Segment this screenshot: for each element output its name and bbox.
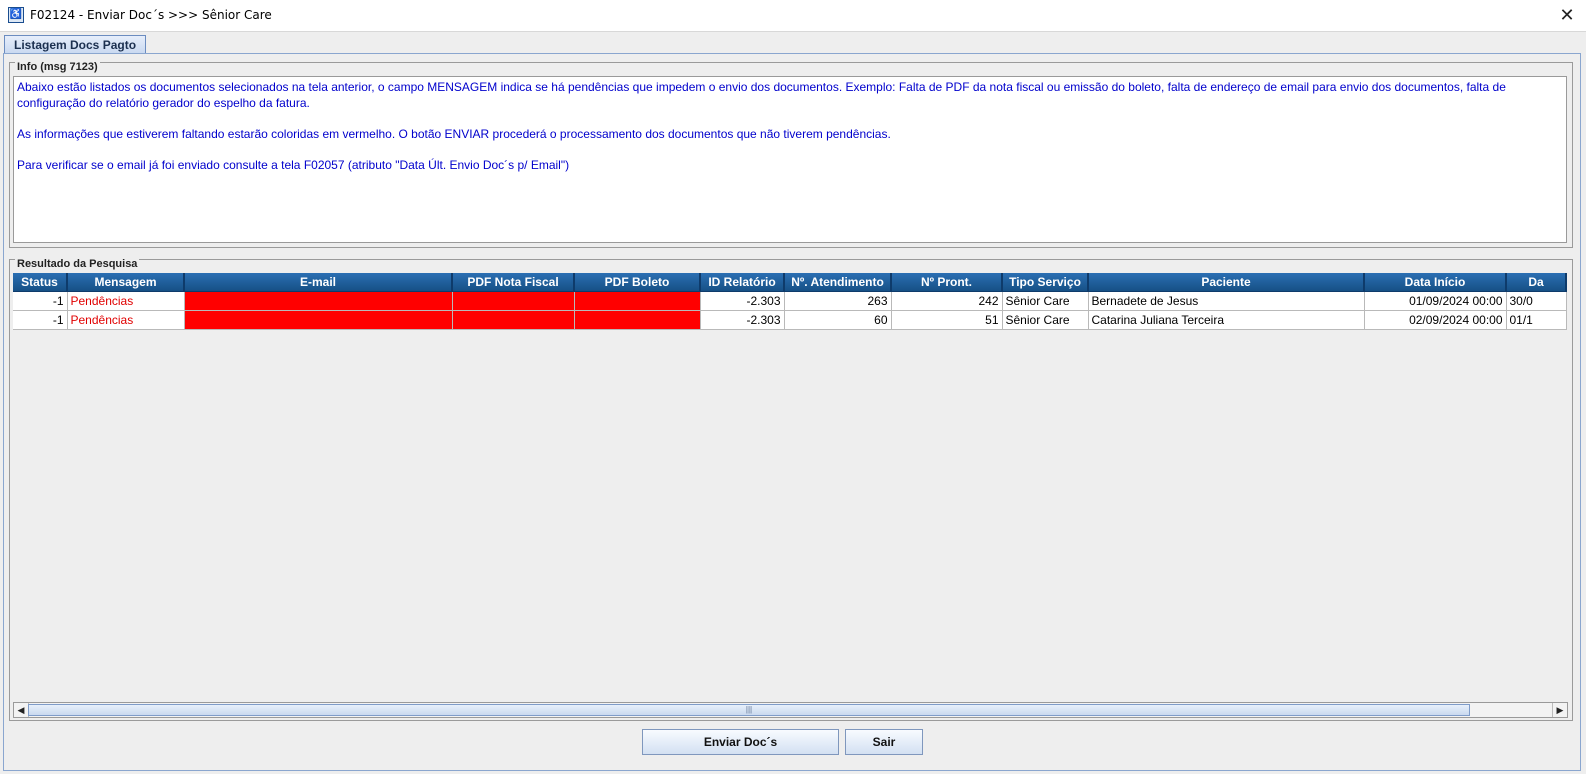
column-header-tipo-servico[interactable]: Tipo Serviço <box>1002 273 1089 292</box>
tab-listagem-docs-pagto[interactable]: Listagem Docs Pagto <box>4 35 147 54</box>
info-panel-title: Info (msg 7123) <box>15 61 100 73</box>
cell-data-inicio[interactable]: 02/09/2024 00:00 <box>1364 310 1507 330</box>
results-grid: Status Mensagem E-mail PDF Nota Fiscal P… <box>13 273 1568 700</box>
table-header-row: Status Mensagem E-mail PDF Nota Fiscal P… <box>13 273 1567 292</box>
cell-id-relatorio[interactable]: -2.303 <box>700 291 785 311</box>
results-panel-title: Resultado da Pesquisa <box>15 258 140 270</box>
info-paragraph: As informações que estiverem faltando es… <box>17 127 891 141</box>
column-header-atendimento[interactable]: Nº. Atendimento <box>784 273 892 292</box>
cell-pdf-boleto-missing[interactable] <box>574 310 701 330</box>
info-panel: Info (msg 7123) Abaixo estão listados os… <box>9 61 1573 248</box>
app-logo-icon: ♿ <box>8 7 24 23</box>
table-row[interactable]: -1 Pendências -2.303 263 242 Sênior Care… <box>13 291 1567 311</box>
cell-id-relatorio[interactable]: -2.303 <box>700 310 785 330</box>
column-header-pront[interactable]: Nº Pront. <box>891 273 1003 292</box>
exit-button[interactable]: Sair <box>845 729 923 755</box>
results-table: Status Mensagem E-mail PDF Nota Fiscal P… <box>13 273 1567 330</box>
window-title: F02124 - Enviar Doc´s >>> Sênior Care <box>30 8 272 22</box>
cell-email-missing[interactable] <box>184 310 453 330</box>
column-header-status[interactable]: Status <box>13 273 68 292</box>
cell-data-fim[interactable]: 01/1 <box>1506 310 1567 330</box>
info-paragraph: Para verificar se o email já foi enviado… <box>17 158 570 172</box>
cell-tipo-servico[interactable]: Sênior Care <box>1002 291 1089 311</box>
table-row[interactable]: -1 Pendências -2.303 60 51 Sênior Care C… <box>13 310 1567 330</box>
cell-status[interactable]: -1 <box>13 310 68 330</box>
horizontal-scrollbar[interactable]: ◀ ||| ▶ <box>13 702 1568 718</box>
cell-pdf-boleto-missing[interactable] <box>574 291 701 311</box>
cell-pront[interactable]: 242 <box>891 291 1003 311</box>
column-header-pdf-boleto[interactable]: PDF Boleto <box>574 273 701 292</box>
scroll-right-arrow-icon[interactable]: ▶ <box>1552 703 1567 717</box>
cell-tipo-servico[interactable]: Sênior Care <box>1002 310 1089 330</box>
send-docs-button[interactable]: Enviar Doc´s <box>642 729 839 755</box>
cell-paciente[interactable]: Bernadete de Jesus <box>1088 291 1365 311</box>
column-header-id-relatorio[interactable]: ID Relatório <box>700 273 785 292</box>
cell-atendimento[interactable]: 263 <box>784 291 892 311</box>
close-button[interactable]: ✕ <box>1554 2 1580 28</box>
cell-email-missing[interactable] <box>184 291 453 311</box>
cell-mensagem[interactable]: Pendências <box>67 310 185 330</box>
cell-pdf-nota-fiscal-missing[interactable] <box>452 310 575 330</box>
scroll-left-arrow-icon[interactable]: ◀ <box>14 703 29 717</box>
column-header-paciente[interactable]: Paciente <box>1088 273 1365 292</box>
column-header-data-inicio[interactable]: Data Início <box>1364 273 1507 292</box>
column-header-data-fim[interactable]: Da <box>1506 273 1567 292</box>
column-header-mensagem[interactable]: Mensagem <box>67 273 185 292</box>
scrollbar-thumb[interactable]: ||| <box>28 704 1470 716</box>
client-area: Listagem Docs Pagto Info (msg 7123) Abai… <box>0 31 1586 774</box>
cell-mensagem[interactable]: Pendências <box>67 291 185 311</box>
tab-panel: Info (msg 7123) Abaixo estão listados os… <box>3 53 1581 771</box>
cell-data-inicio[interactable]: 01/09/2024 00:00 <box>1364 291 1507 311</box>
cell-atendimento[interactable]: 60 <box>784 310 892 330</box>
info-paragraph: Abaixo estão listados os documentos sele… <box>17 80 1506 110</box>
cell-status[interactable]: -1 <box>13 291 68 311</box>
cell-pdf-nota-fiscal-missing[interactable] <box>452 291 575 311</box>
column-header-email[interactable]: E-mail <box>184 273 453 292</box>
cell-data-fim[interactable]: 30/0 <box>1506 291 1567 311</box>
column-header-pdf-nota-fiscal[interactable]: PDF Nota Fiscal <box>452 273 575 292</box>
cell-pront[interactable]: 51 <box>891 310 1003 330</box>
results-panel: Resultado da Pesquisa Status Mensagem E-… <box>9 258 1573 721</box>
title-bar: ♿ F02124 - Enviar Doc´s >>> Sênior Care … <box>0 0 1586 31</box>
info-message: Abaixo estão listados os documentos sele… <box>13 76 1567 243</box>
cell-paciente[interactable]: Catarina Juliana Terceira <box>1088 310 1365 330</box>
